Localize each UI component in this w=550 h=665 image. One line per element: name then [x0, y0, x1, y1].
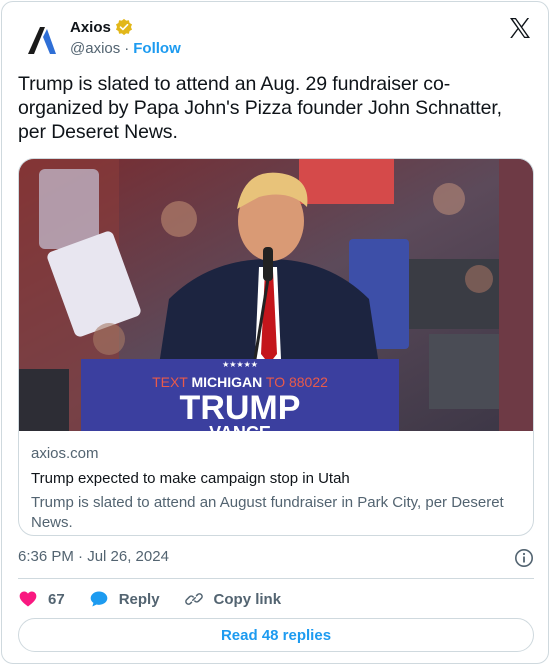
- tweet-text: Trump is slated to attend an Aug. 29 fun…: [18, 73, 502, 143]
- link-card[interactable]: ★★★★★ TEXT MICHIGAN TO 88022 TRUMP VANCE…: [18, 158, 534, 536]
- avatar[interactable]: [18, 16, 66, 64]
- reply-button[interactable]: Reply: [89, 589, 160, 609]
- action-bar: 67 Reply Copy link: [18, 586, 305, 612]
- card-domain: axios.com: [31, 445, 99, 462]
- reply-label: Reply: [118, 590, 160, 608]
- rally-photo: ★★★★★ TEXT MICHIGAN TO 88022 TRUMP VANCE: [19, 159, 533, 431]
- card-title: Trump expected to make campaign stop in …: [31, 470, 350, 487]
- tweet-header: Axios @axios · Follow: [2, 2, 548, 72]
- separator: ·: [124, 40, 130, 57]
- read-replies-button[interactable]: Read 48 replies: [18, 618, 534, 652]
- card-image[interactable]: ★★★★★ TEXT MICHIGAN TO 88022 TRUMP VANCE: [19, 159, 533, 431]
- copy-link-label: Copy link: [213, 590, 282, 608]
- card-meta: axios.com Trump expected to make campaig…: [31, 445, 523, 533]
- author-info: Axios @axios · Follow: [70, 18, 181, 58]
- handle[interactable]: @axios: [70, 40, 120, 57]
- link-icon: [184, 593, 203, 605]
- timestamp-row: 6:36 PM · Jul 26, 2024: [18, 548, 534, 568]
- info-icon[interactable]: [514, 548, 534, 568]
- like-button[interactable]: 67: [18, 589, 65, 609]
- follow-link[interactable]: Follow: [133, 40, 181, 57]
- heart-icon: [19, 591, 37, 607]
- copy-link-button[interactable]: Copy link: [184, 589, 282, 609]
- reply-bubble-icon: [90, 591, 108, 607]
- sign-sub: VANCE: [209, 423, 271, 431]
- verified-badge-icon[interactable]: [115, 18, 133, 36]
- timestamp[interactable]: 6:36 PM · Jul 26, 2024: [18, 548, 169, 565]
- sign-main: TRUMP: [180, 389, 301, 427]
- sign-stars: ★★★★★: [222, 360, 258, 369]
- display-name[interactable]: Axios: [70, 19, 111, 36]
- card-description: Trump is slated to attend an August fund…: [31, 494, 504, 531]
- divider: [18, 578, 534, 579]
- sign-top-line: TEXT MICHIGAN TO 88022: [152, 374, 328, 390]
- tweet-card: Axios @axios · Follow Trump is slated to…: [1, 1, 549, 664]
- axios-logo-icon: [28, 27, 56, 54]
- like-count: 67: [48, 590, 65, 608]
- x-logo-icon[interactable]: [508, 16, 532, 40]
